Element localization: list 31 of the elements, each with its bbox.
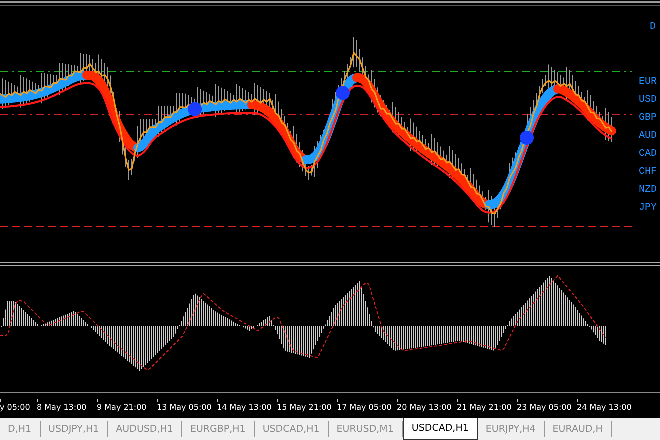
chart-label: D	[650, 22, 656, 33]
time-axis-label: 20 May 13:00	[397, 399, 457, 412]
time-axis-label: 8 May 13:00	[37, 399, 97, 412]
currency-label: NZD	[639, 185, 658, 198]
time-axis-label: 21 May 21:00	[457, 399, 517, 412]
currency-label: EUR	[639, 77, 658, 90]
signal-dot	[188, 102, 202, 116]
currency-label: GBP	[639, 113, 658, 126]
currency-label: AUD	[639, 131, 658, 144]
time-axis-label: 13 May 05:00	[157, 399, 217, 412]
chart-tab[interactable]: USDJPY,H1	[40, 421, 108, 437]
chart-tab[interactable]: USDCAD,H1	[402, 418, 478, 440]
time-axis-label: 24 May 13:00	[577, 399, 637, 412]
time-axis-label: 15 May 21:00	[277, 399, 337, 412]
chart-tab[interactable]: USDCAD,H1	[254, 421, 329, 437]
chart-tab[interactable]: EURGBP,H1	[182, 421, 255, 437]
currency-label: CAD	[639, 149, 658, 162]
currency-label: JPY	[639, 203, 658, 216]
chart-tab[interactable]: EURAUD,H	[544, 421, 612, 437]
signal-dot	[336, 86, 350, 100]
chart-tab[interactable]: D,H1	[0, 421, 41, 437]
chart-tab[interactable]: EURJPY,H4	[478, 421, 545, 437]
time-axis-label: 14 May 13:00	[217, 399, 277, 412]
time-axis-label: 17 May 05:00	[337, 399, 397, 412]
time-axis-label: 23 May 05:00	[517, 399, 577, 412]
chart-tab[interactable]: AUDUSD,H1	[108, 421, 182, 437]
time-axis-label: 9 May 21:00	[97, 399, 157, 412]
currency-label: USD	[639, 95, 658, 108]
signal-dot	[520, 131, 534, 145]
currency-label: CHF	[639, 167, 658, 180]
time-axis-label: y 05:00	[0, 399, 37, 412]
